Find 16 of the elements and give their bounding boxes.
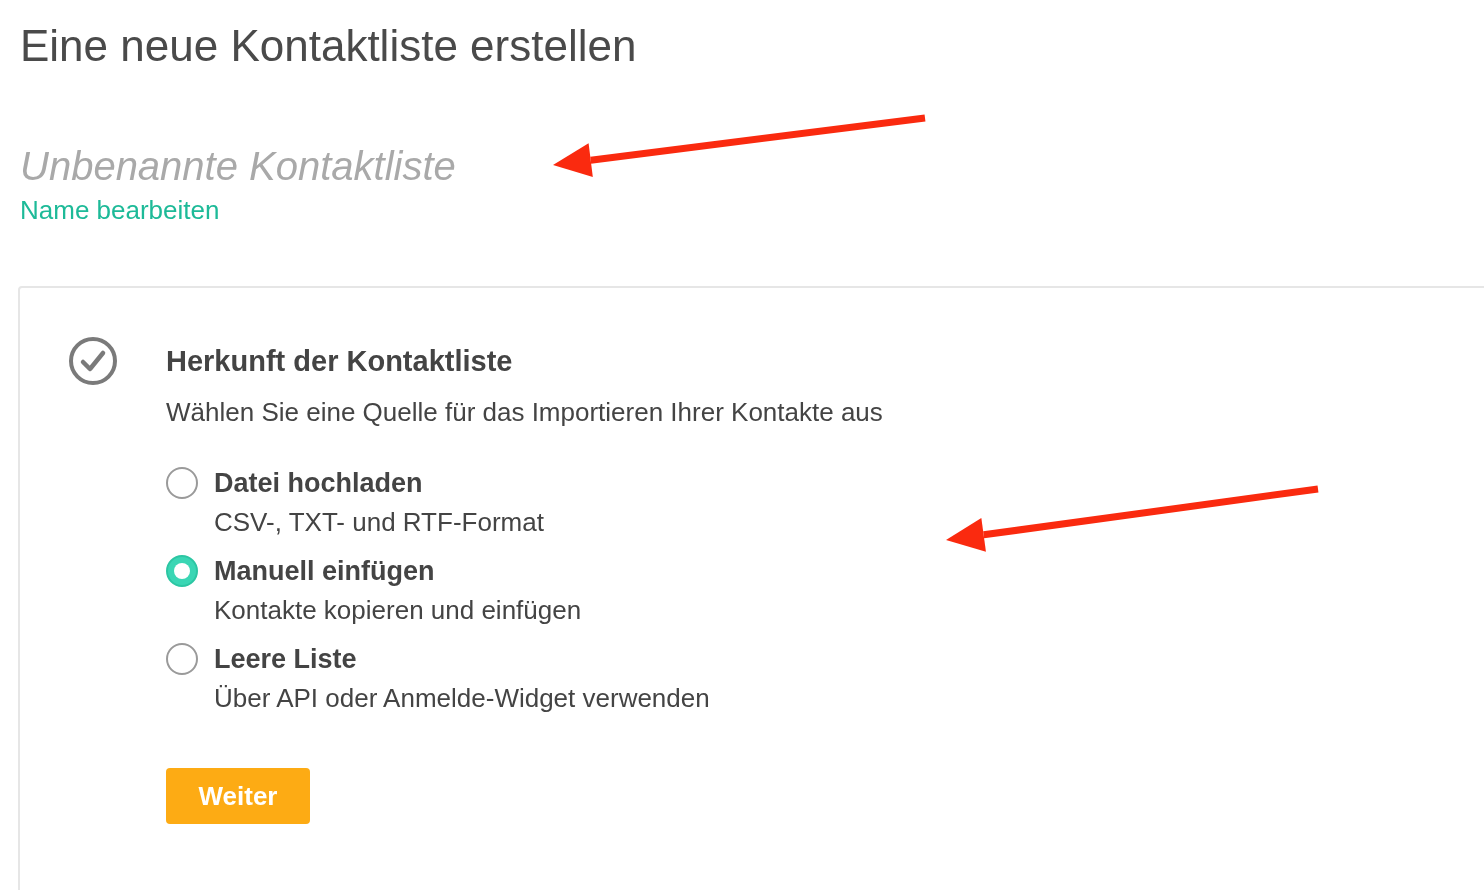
check-circle-icon [68, 336, 118, 386]
radio-button[interactable] [166, 555, 198, 587]
continue-button[interactable]: Weiter [166, 768, 310, 824]
option-description: CSV-, TXT- und RTF-Format [214, 506, 544, 538]
option-title: Leere Liste [214, 643, 357, 676]
edit-name-link[interactable]: Name bearbeiten [20, 194, 220, 226]
option-title: Manuell einfügen [214, 555, 435, 588]
list-name: Unbenannte Kontaktliste [20, 143, 456, 190]
page-title: Eine neue Kontaktliste erstellen [20, 20, 637, 72]
section-heading: Herkunft der Kontaktliste [166, 344, 513, 379]
section-description: Wählen Sie eine Quelle für das Importieren Ihrer Kontakte aus [166, 396, 883, 428]
option-title: Datei hochladen [214, 467, 423, 500]
option-description: Kontakte kopieren und einfügen [214, 594, 582, 626]
radio-button[interactable] [166, 467, 198, 499]
option-description: Über API oder Anmelde-Widget verwenden [214, 682, 710, 714]
radio-button[interactable] [166, 643, 198, 675]
